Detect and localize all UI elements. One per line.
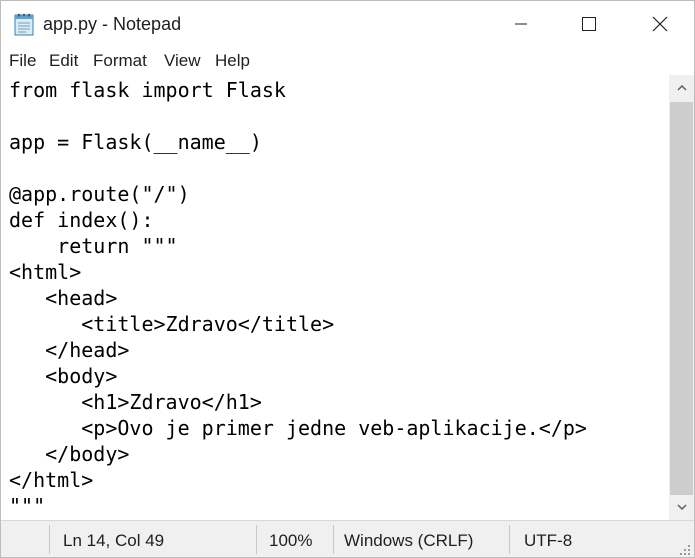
minimize-button[interactable] — [498, 1, 544, 47]
status-divider — [49, 525, 50, 554]
status-bar: Ln 14, Col 49 100% Windows (CRLF) UTF-8 — [1, 520, 694, 557]
close-button[interactable] — [637, 1, 683, 47]
menu-edit[interactable]: Edit — [49, 51, 78, 71]
maximize-button[interactable] — [566, 1, 612, 47]
notepad-window: app.py - Notepad File Edit Format View H… — [0, 0, 695, 558]
notepad-icon[interactable] — [13, 12, 35, 36]
line-endings: Windows (CRLF) — [344, 531, 474, 550]
menu-file[interactable]: File — [9, 51, 36, 71]
scroll-down-arrow-icon — [676, 504, 687, 510]
title-bar[interactable]: app.py - Notepad — [1, 1, 694, 47]
scrollbar-thumb[interactable] — [670, 102, 693, 495]
scroll-up-button[interactable] — [669, 75, 694, 101]
window-title: app.py - Notepad — [43, 14, 182, 34]
menu-bar: File Edit Format View Help — [1, 47, 694, 75]
status-divider — [509, 525, 510, 554]
status-divider — [333, 525, 334, 554]
encoding: UTF-8 — [524, 531, 573, 550]
scroll-up-arrow-icon — [676, 85, 687, 91]
text-editor[interactable]: from flask import Flask app = Flask(__na… — [2, 75, 669, 520]
scroll-down-button[interactable] — [669, 494, 694, 520]
menu-help[interactable]: Help — [215, 51, 250, 71]
maximize-icon — [582, 17, 596, 31]
minimize-icon — [515, 23, 527, 25]
cursor-position: Ln 14, Col 49 — [63, 531, 165, 550]
vertical-scrollbar[interactable] — [669, 75, 694, 520]
menu-view[interactable]: View — [164, 51, 201, 71]
menu-format[interactable]: Format — [93, 51, 147, 71]
zoom-level: 100% — [269, 531, 313, 550]
resize-grip-icon[interactable] — [677, 541, 691, 555]
status-divider — [256, 525, 257, 554]
editor-content[interactable]: from flask import Flask app = Flask(__na… — [9, 77, 587, 519]
close-icon — [652, 16, 668, 32]
